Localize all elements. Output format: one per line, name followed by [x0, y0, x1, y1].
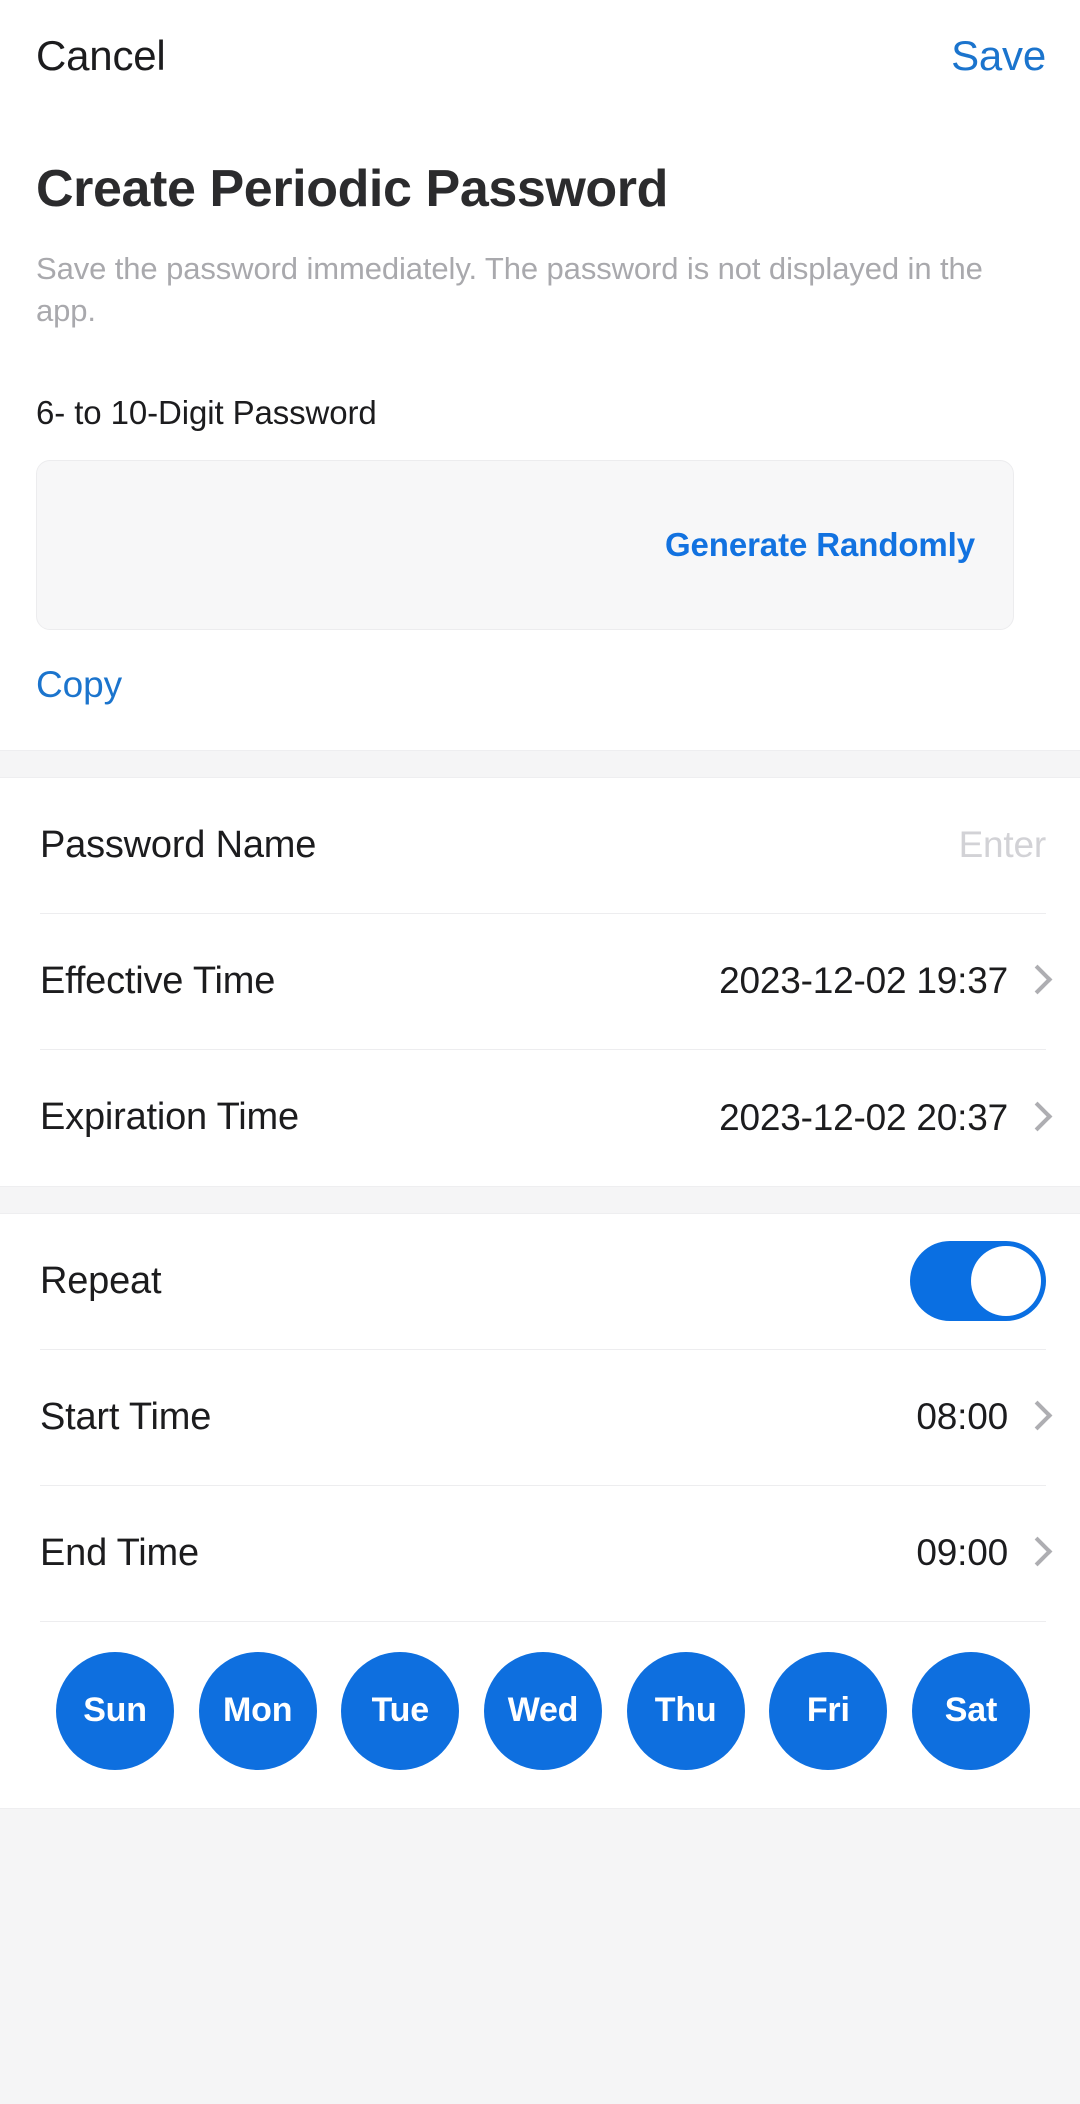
row-label: Password Name: [40, 823, 317, 866]
chevron-right-icon: [1026, 1400, 1046, 1434]
section-separator-1: [0, 749, 1080, 778]
weekday-wed[interactable]: Wed: [483, 1651, 602, 1770]
section-separator-2: [0, 1185, 1080, 1214]
header-card: Create Periodic Password Save the passwo…: [0, 112, 1080, 750]
create-periodic-password-screen: Cancel Save Create Periodic Password Sav…: [0, 0, 1080, 2104]
weekday-sun[interactable]: Sun: [56, 1651, 174, 1770]
navigation-bar: Cancel Save: [0, 0, 1080, 112]
generate-randomly-button[interactable]: Generate Randomly: [665, 526, 975, 564]
row-label: Effective Time: [40, 959, 276, 1002]
row-repeat[interactable]: Repeat: [40, 1214, 1046, 1350]
effective-time-value: 2023-12-02 19:37: [719, 960, 1008, 1002]
repeat-section: Repeat Start Time 08:00 End Time 09:00 S…: [0, 1213, 1080, 1808]
page-subtitle: Save the password immediately. The passw…: [36, 251, 983, 329]
row-label: End Time: [40, 1531, 199, 1574]
row-start-time[interactable]: Start Time 08:00: [40, 1350, 1046, 1486]
row-label: Repeat: [40, 1259, 162, 1302]
toggle-knob: [971, 1246, 1041, 1317]
save-button[interactable]: Save: [951, 35, 1046, 77]
copy-button[interactable]: Copy: [36, 664, 122, 706]
weekday-sat[interactable]: Sat: [911, 1651, 1030, 1770]
end-time-value: 09:00: [916, 1532, 1008, 1574]
chevron-right-icon: [1026, 964, 1046, 998]
row-value-group: 2023-12-02 19:37: [719, 960, 1046, 1002]
password-name-input[interactable]: Enter: [959, 824, 1047, 866]
expiration-time-value: 2023-12-02 20:37: [719, 1096, 1008, 1138]
chevron-right-icon: [1026, 1101, 1046, 1135]
row-label: Start Time: [40, 1395, 212, 1438]
page-title: Create Periodic Password: [36, 160, 668, 218]
row-label: Expiration Time: [40, 1096, 299, 1139]
row-value-group: Enter: [959, 824, 1047, 866]
row-password-name[interactable]: Password Name Enter: [40, 778, 1046, 914]
chevron-right-icon: [1026, 1536, 1046, 1570]
bottom-empty-area: [0, 1807, 1080, 2104]
row-value-group: 09:00: [916, 1532, 1046, 1574]
weekday-tue[interactable]: Tue: [341, 1651, 460, 1770]
password-field-label: 6- to 10-Digit Password: [36, 393, 377, 431]
repeat-toggle[interactable]: [910, 1241, 1046, 1322]
start-time-value: 08:00: [916, 1396, 1008, 1438]
password-input-box[interactable]: Generate Randomly: [36, 459, 1014, 630]
row-value-group: 2023-12-02 20:37: [719, 1097, 1046, 1139]
weekday-mon[interactable]: Mon: [198, 1651, 317, 1770]
weekday-fri[interactable]: Fri: [769, 1651, 888, 1770]
cancel-button[interactable]: Cancel: [36, 35, 166, 77]
row-value-group: 08:00: [916, 1396, 1046, 1438]
row-end-time[interactable]: End Time 09:00: [40, 1486, 1046, 1622]
weekday-thu[interactable]: Thu: [626, 1651, 745, 1770]
details-section: Password Name Enter Effective Time 2023-…: [0, 777, 1080, 1186]
row-effective-time[interactable]: Effective Time 2023-12-02 19:37: [40, 914, 1046, 1050]
row-expiration-time[interactable]: Expiration Time 2023-12-02 20:37: [40, 1050, 1046, 1186]
weekday-selector: Sun Mon Tue Wed Thu Fri Sat: [40, 1622, 1046, 1808]
